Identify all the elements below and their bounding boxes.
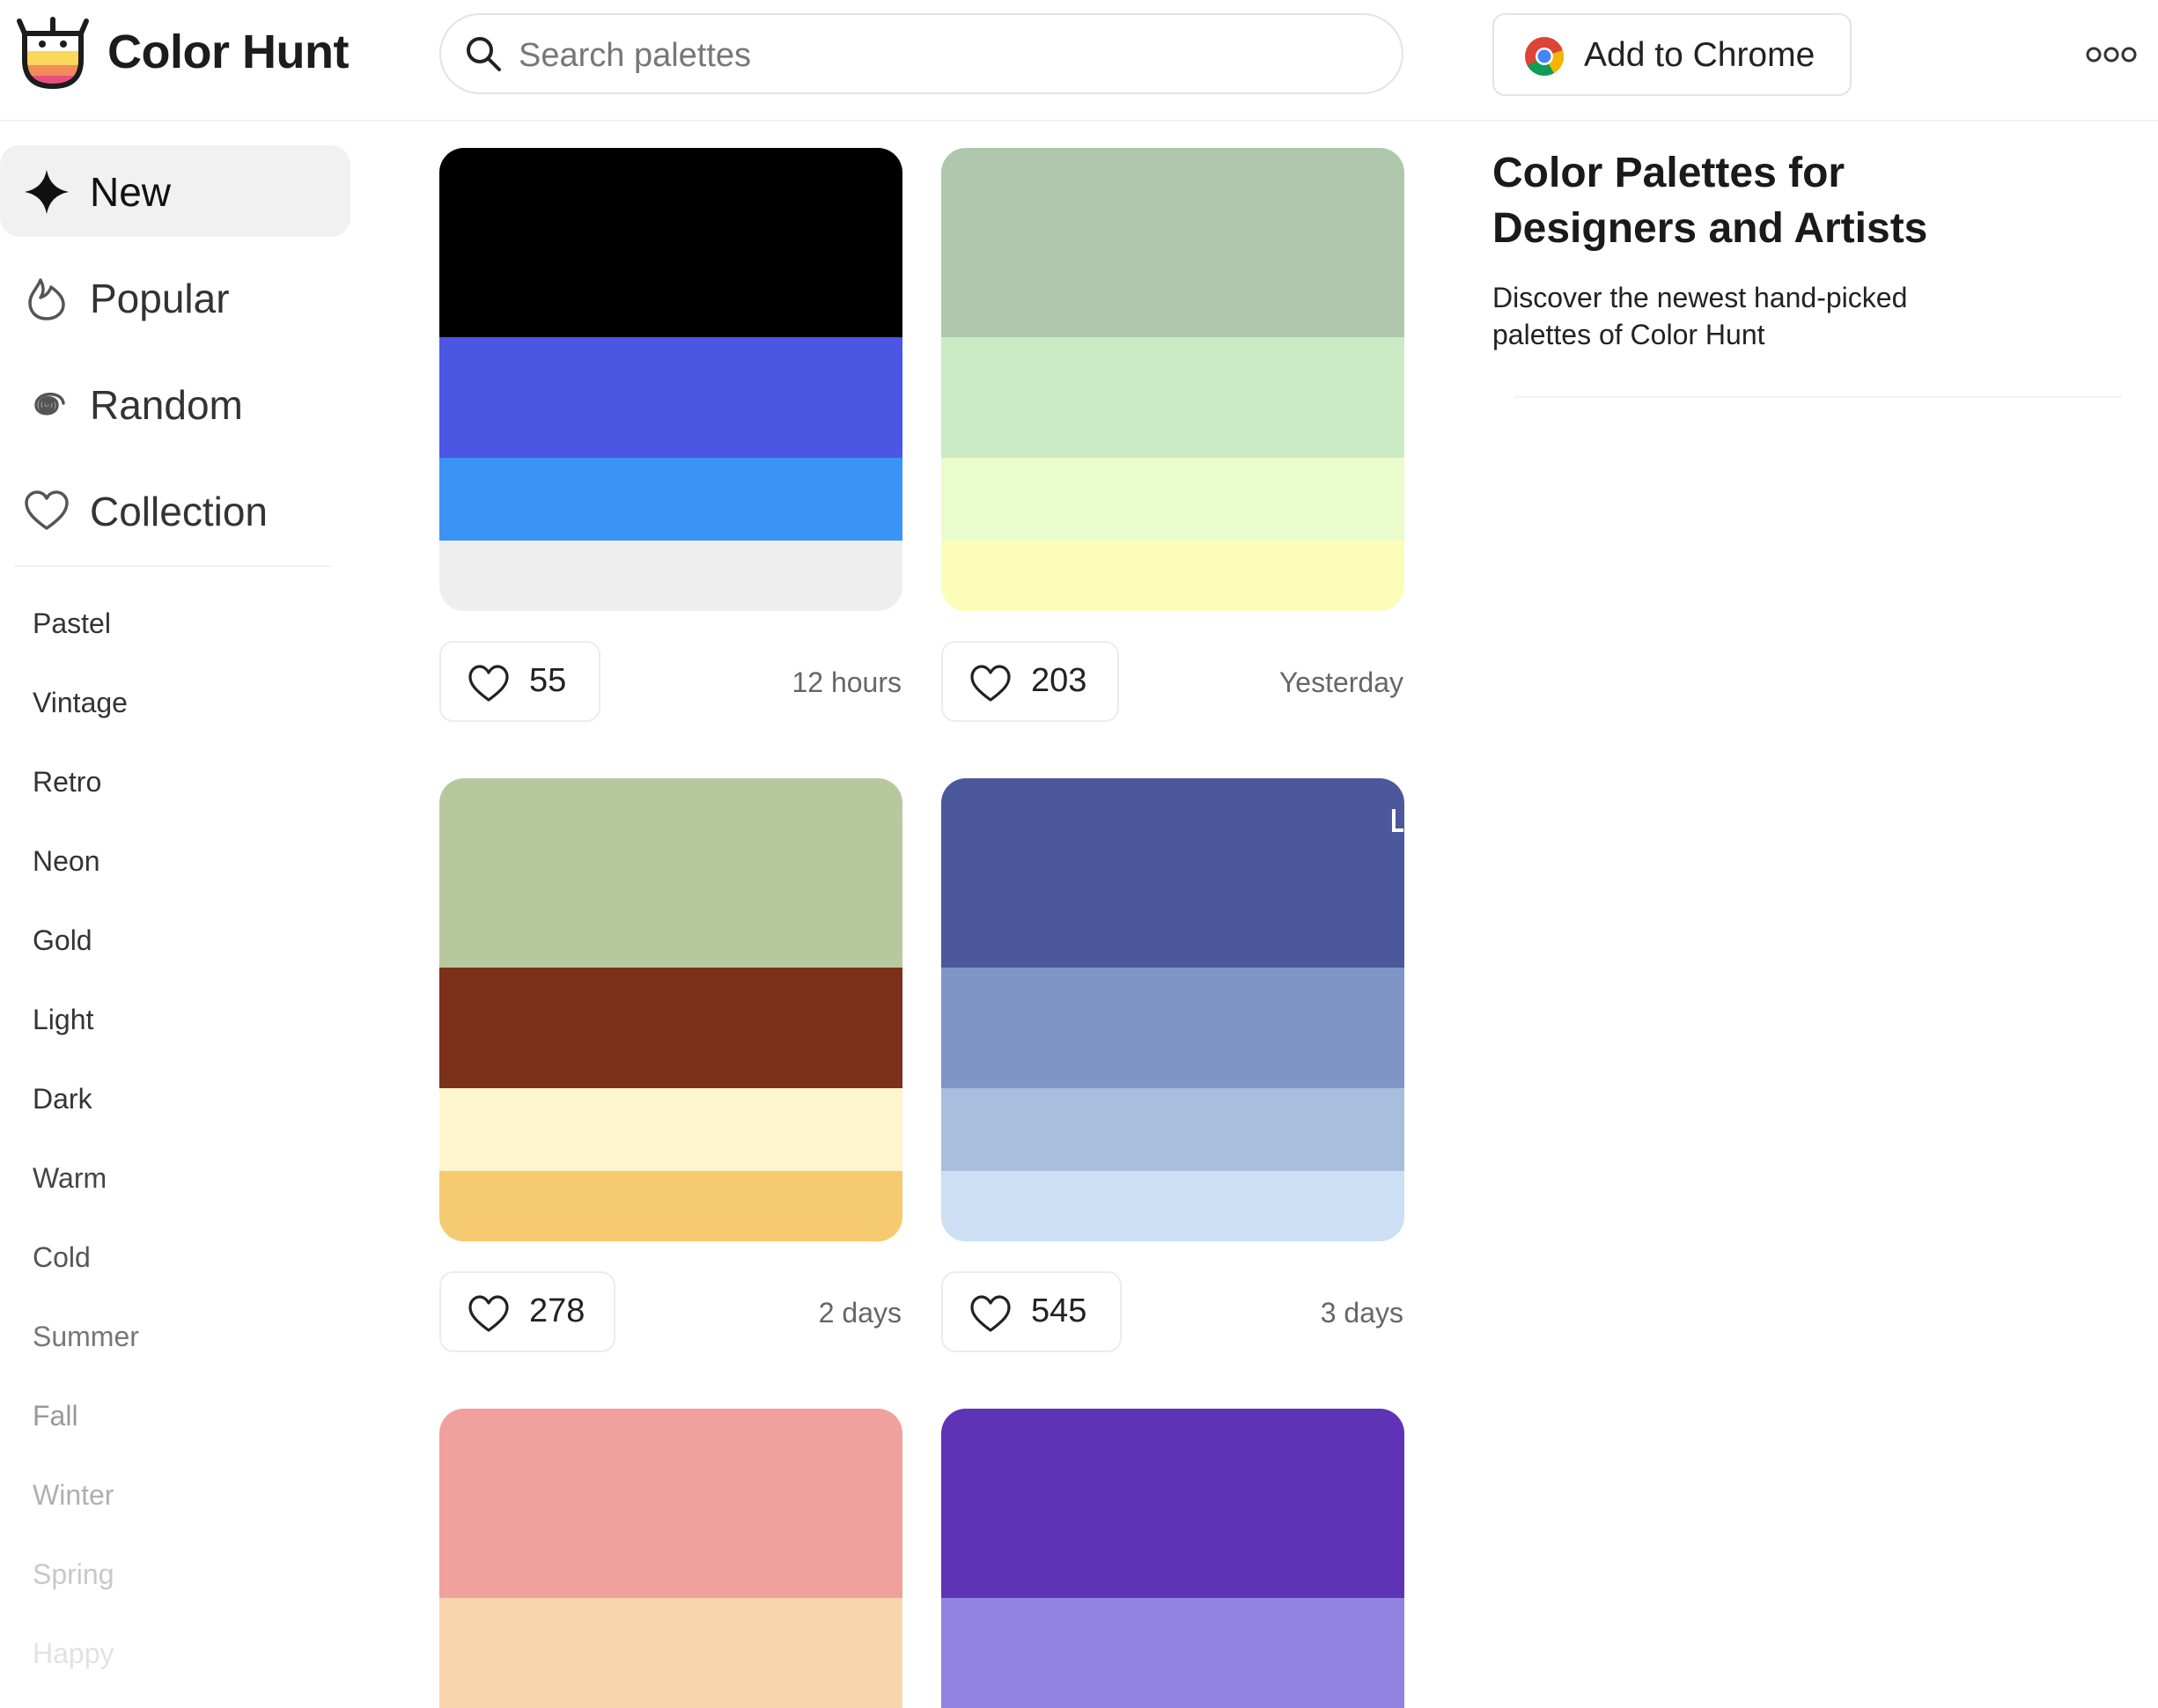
brand-name[interactable]: Color Hunt [107, 25, 349, 79]
heart-icon [970, 665, 1011, 702]
search-input[interactable] [517, 31, 1383, 80]
like-button[interactable]: 55 [439, 641, 600, 722]
tag-vintage[interactable]: Vintage [33, 687, 128, 719]
sparkle-icon [25, 170, 69, 214]
color-swatch[interactable] [941, 541, 1404, 611]
add-to-chrome-button[interactable]: Add to Chrome [1492, 13, 1852, 96]
tag-light[interactable]: Light [33, 1004, 93, 1036]
tag-pastel[interactable]: Pastel [33, 607, 111, 640]
nav-new[interactable]: New [0, 145, 350, 237]
color-swatch[interactable] [941, 1409, 1404, 1598]
color-swatch[interactable] [941, 778, 1404, 968]
palette-card[interactable] [941, 1409, 1404, 1708]
sidebar-divider [14, 565, 331, 567]
color-swatch[interactable] [941, 1598, 1404, 1708]
color-swatch[interactable] [439, 458, 902, 541]
nav-popular[interactable]: Popular [0, 252, 350, 343]
color-swatch[interactable] [941, 968, 1404, 1088]
tag-neon[interactable]: Neon [33, 845, 100, 878]
tag-cold[interactable]: Cold [33, 1241, 91, 1274]
nav-label: Popular [90, 276, 230, 321]
tag-dark[interactable]: Dark [33, 1083, 92, 1115]
search-icon [467, 37, 501, 71]
search-bar[interactable] [439, 13, 1403, 94]
page-description: Discover the newest hand-picked palettes… [1492, 282, 1908, 350]
heart-icon [970, 1295, 1011, 1332]
like-button[interactable]: 203 [941, 641, 1119, 722]
color-swatch[interactable] [941, 337, 1404, 458]
like-count: 55 [529, 662, 567, 699]
heart-icon [468, 1295, 509, 1332]
nav-random[interactable]: Random [0, 358, 350, 450]
like-button[interactable]: 545 [941, 1271, 1122, 1352]
more-icon[interactable] [2085, 39, 2138, 70]
tag-gold[interactable]: Gold [33, 924, 92, 957]
tag-warm[interactable]: Warm [33, 1162, 107, 1195]
heart-icon [468, 665, 509, 702]
chrome-icon [1525, 37, 1565, 76]
tag-fall[interactable]: Fall [33, 1400, 78, 1432]
color-swatch[interactable] [941, 458, 1404, 541]
palette-card[interactable] [439, 778, 902, 1241]
color-swatch[interactable] [941, 148, 1404, 337]
color-swatch[interactable] [439, 148, 902, 337]
nav-label: Random [90, 382, 243, 428]
palette-card[interactable] [439, 148, 902, 611]
nav-label: Collection [90, 489, 268, 534]
color-swatch[interactable] [439, 337, 902, 458]
palette-age: 3 days [1320, 1297, 1403, 1329]
palette-age: 12 hours [792, 666, 902, 698]
text-cursor-icon [1392, 809, 1403, 832]
color-swatch[interactable] [439, 1171, 902, 1241]
flame-icon [28, 278, 65, 320]
add-to-chrome-label: Add to Chrome [1584, 36, 1816, 74]
color-swatch[interactable] [439, 541, 902, 611]
like-count: 545 [1031, 1292, 1087, 1329]
palette-card[interactable] [941, 148, 1404, 611]
top-bar: Color Hunt Add to Chrome [0, 0, 2158, 121]
color-swatch[interactable] [941, 1088, 1404, 1171]
like-button[interactable]: 278 [439, 1271, 615, 1352]
tag-winter[interactable]: Winter [33, 1479, 114, 1512]
palette-card[interactable] [439, 1409, 902, 1708]
color-swatch[interactable] [439, 1409, 902, 1598]
spiral-icon [34, 393, 65, 416]
tag-summer[interactable]: Summer [33, 1321, 139, 1353]
palette-age: Yesterday [1278, 666, 1403, 698]
color-swatch[interactable] [439, 1598, 902, 1708]
like-count: 278 [529, 1292, 586, 1329]
nav-collection[interactable]: Collection [0, 465, 350, 556]
tag-retro[interactable]: Retro [33, 766, 101, 799]
heart-icon [25, 490, 69, 530]
nav-label: New [90, 169, 172, 215]
color-swatch[interactable] [439, 778, 902, 968]
color-swatch[interactable] [941, 1171, 1404, 1241]
page-title: Color Palettes for Designers and Artists [1492, 150, 1928, 252]
palette-age: 2 days [818, 1297, 902, 1329]
tag-spring[interactable]: Spring [33, 1558, 114, 1591]
color-swatch[interactable] [439, 1088, 902, 1171]
color-swatch[interactable] [439, 968, 902, 1088]
palette-card[interactable] [941, 778, 1404, 1241]
panel-divider [1514, 396, 2122, 398]
color-hunt-logo[interactable] [16, 14, 90, 90]
tag-happy[interactable]: Happy [33, 1638, 114, 1670]
like-count: 203 [1031, 662, 1087, 699]
